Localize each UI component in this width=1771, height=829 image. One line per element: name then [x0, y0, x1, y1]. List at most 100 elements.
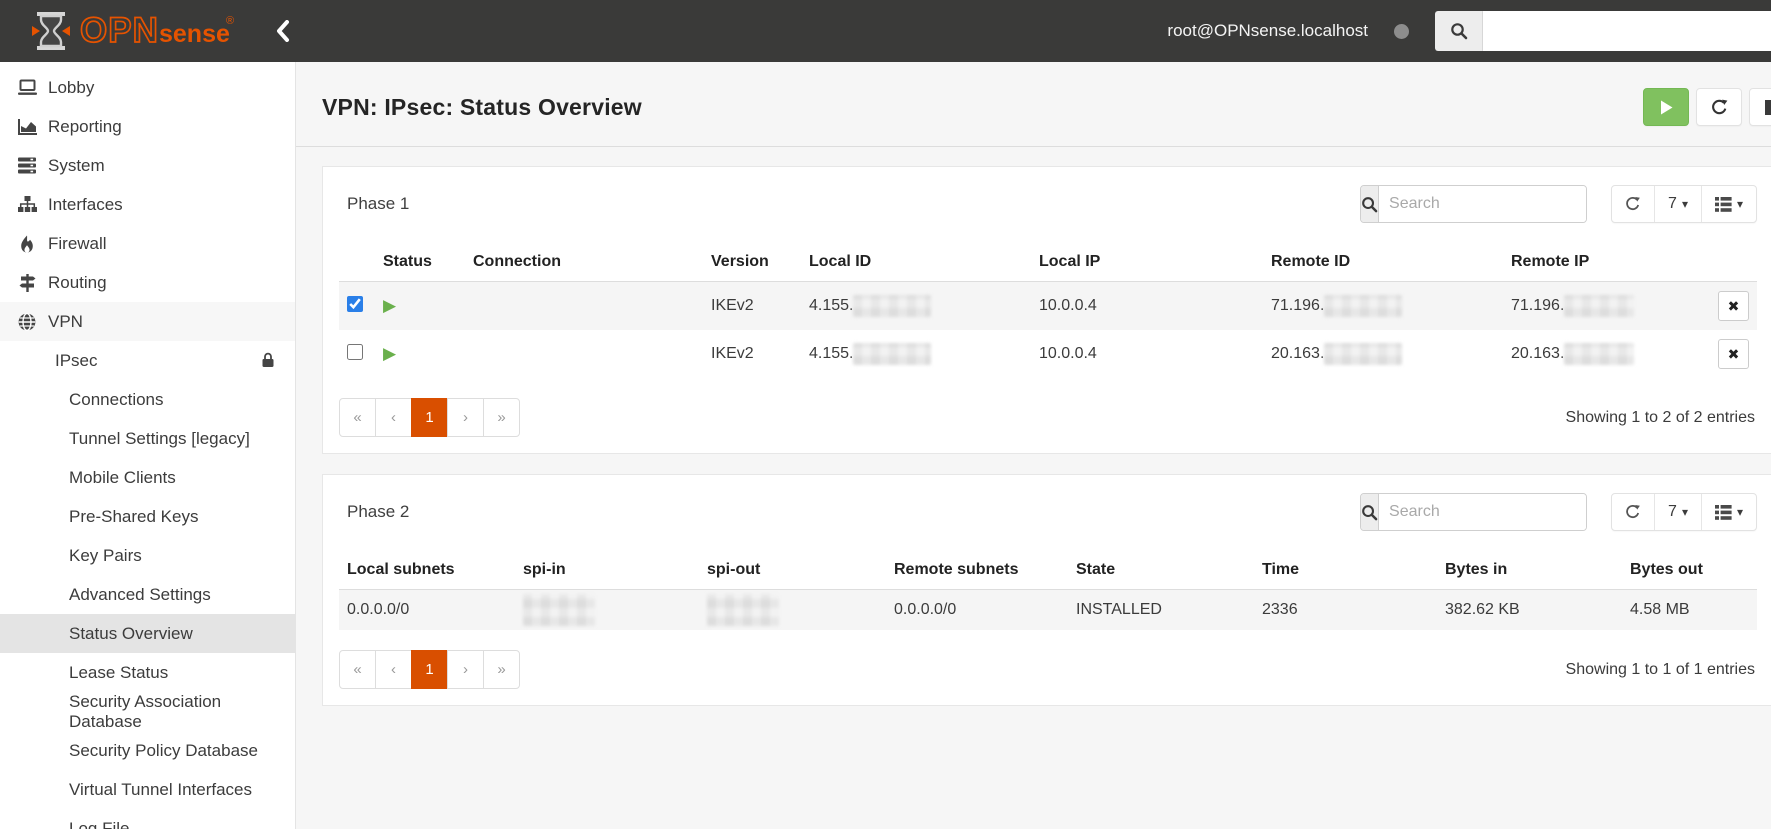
sidebar-item-mobile-clients[interactable]: Mobile Clients	[0, 458, 295, 497]
sidebar-item-reporting[interactable]: Reporting	[0, 107, 295, 146]
col-header-spi-out[interactable]: spi-out	[699, 551, 886, 590]
sidebar-item-label: Lease Status	[69, 662, 169, 682]
stop-service-button[interactable]	[1749, 88, 1771, 126]
search-icon	[1362, 196, 1378, 212]
start-service-button[interactable]	[1643, 88, 1689, 126]
prev-page-button[interactable]: ‹	[375, 650, 412, 689]
sidebar-item-label: Security Association Database	[69, 691, 222, 731]
sidebar-item-vpn[interactable]: VPN	[0, 302, 295, 341]
next-page-button[interactable]: ›	[447, 398, 484, 437]
phase2-columns-dropdown[interactable]: ▾	[1702, 494, 1756, 530]
disconnect-button[interactable]: ✖	[1718, 339, 1749, 369]
global-search-input[interactable]	[1483, 11, 1771, 51]
col-header-spi-in[interactable]: spi-in	[515, 551, 699, 590]
sidebar-item-status-overview[interactable]: Status Overview	[0, 614, 295, 653]
page-1-button[interactable]: 1	[411, 398, 448, 437]
connected-play-icon[interactable]: ▶	[383, 296, 396, 315]
col-header-bytes-in[interactable]: Bytes in	[1437, 551, 1622, 590]
area-chart-icon	[15, 118, 39, 135]
row-checkbox[interactable]	[347, 343, 363, 360]
last-page-button[interactable]: »	[483, 398, 520, 437]
cell-remote-ip: 71.196.	[1503, 282, 1703, 331]
svg-text:®: ®	[226, 15, 234, 27]
next-page-button[interactable]: ›	[447, 650, 484, 689]
sidebar-item-system[interactable]: System	[0, 146, 295, 185]
cell-connection	[465, 282, 703, 331]
cell-connection	[465, 330, 703, 378]
caret-down-icon: ▾	[1736, 505, 1743, 519]
sidebar-item-log-file[interactable]: Log File	[0, 809, 295, 829]
phase2-search-input[interactable]	[1379, 494, 1587, 530]
col-header-local-id[interactable]: Local ID	[801, 243, 1031, 282]
sidebar-item-routing[interactable]: Routing	[0, 263, 295, 302]
logged-in-user: root@OPNsense.localhost	[1167, 21, 1368, 40]
phase1-panel: Phase 1 7 ▾	[322, 166, 1771, 454]
stop-icon	[1764, 99, 1771, 115]
refresh-icon	[1711, 99, 1727, 114]
opnsense-logo[interactable]: OPN sense ®	[30, 9, 240, 53]
sidebar-item-ipsec[interactable]: IPsec	[0, 341, 295, 380]
prev-page-button[interactable]: ‹	[375, 398, 412, 437]
sidebar-item-pre-shared-keys[interactable]: Pre-Shared Keys	[0, 497, 295, 536]
sidebar-item-label: Mobile Clients	[69, 467, 176, 487]
sidebar-item-label: Key Pairs	[69, 545, 142, 565]
brand-wordmark: OPN sense ®	[80, 10, 234, 51]
sitemap-icon	[15, 196, 39, 213]
phase1-reload-button[interactable]	[1612, 186, 1656, 222]
sidebar-item-interfaces[interactable]: Interfaces	[0, 185, 295, 224]
service-toolbar	[1643, 88, 1771, 126]
connected-play-icon[interactable]: ▶	[383, 344, 396, 363]
col-header-state[interactable]: State	[1068, 551, 1254, 590]
col-header-remote-ip[interactable]: Remote IP	[1503, 243, 1703, 282]
sidebar-item-label: Lobby	[48, 77, 95, 97]
sidebar-item-label: Routing	[48, 272, 107, 292]
sidebar-item-advanced-settings[interactable]: Advanced Settings	[0, 575, 295, 614]
session-status-dot	[1394, 23, 1409, 39]
page-size-value: 7	[1668, 503, 1677, 520]
row-checkbox[interactable]	[347, 295, 363, 312]
svg-text:OPN: OPN	[80, 11, 159, 50]
col-header-local-ip[interactable]: Local IP	[1031, 243, 1263, 282]
col-header-local-subnets[interactable]: Local subnets	[339, 551, 515, 590]
sidebar-item-label: Log File	[69, 818, 130, 829]
col-header-commands	[1703, 243, 1757, 282]
col-header-remote-subnets[interactable]: Remote subnets	[886, 551, 1068, 590]
search-icon	[1451, 23, 1468, 40]
sidebar-item-connections[interactable]: Connections	[0, 380, 295, 419]
redacted-value	[1324, 295, 1403, 317]
col-header-bytes-out[interactable]: Bytes out	[1622, 551, 1757, 590]
last-page-button[interactable]: »	[483, 650, 520, 689]
sidebar-item-tunnel-settings-legacy[interactable]: Tunnel Settings [legacy]	[0, 419, 295, 458]
phase1-search	[1360, 185, 1588, 223]
sidebar-item-label: System	[48, 155, 105, 175]
sidebar-collapse-button[interactable]	[276, 20, 290, 42]
first-page-button[interactable]: «	[339, 650, 376, 689]
phase2-panel: Phase 2 7 ▾	[322, 474, 1771, 706]
col-header-remote-id[interactable]: Remote ID	[1263, 243, 1503, 282]
sidebar-item-lease-status[interactable]: Lease Status	[0, 653, 295, 692]
page-1-button[interactable]: 1	[411, 650, 448, 689]
sidebar-item-key-pairs[interactable]: Key Pairs	[0, 536, 295, 575]
first-page-button[interactable]: «	[339, 398, 376, 437]
sidebar-item-virtual-tunnel-interfaces[interactable]: Virtual Tunnel Interfaces	[0, 770, 295, 809]
sidebar-item-security-policy-database[interactable]: Security Policy Database	[0, 731, 295, 770]
phase1-columns-dropdown[interactable]: ▾	[1702, 186, 1756, 222]
col-header-status[interactable]: Status	[375, 243, 465, 282]
disconnect-button[interactable]: ✖	[1718, 291, 1749, 321]
sidebar-item-label: Firewall	[48, 233, 107, 253]
sidebar-item-lobby[interactable]: Lobby	[0, 68, 295, 107]
globe-icon	[15, 312, 39, 331]
sidebar-item-security-association-database[interactable]: Security Association Database	[0, 692, 295, 731]
phase1-page-size-dropdown[interactable]: 7 ▾	[1655, 186, 1702, 222]
phase2-reload-button[interactable]	[1612, 494, 1656, 530]
refresh-icon	[1626, 504, 1640, 519]
sidebar-item-firewall[interactable]: Firewall	[0, 224, 295, 263]
col-header-connection[interactable]: Connection	[465, 243, 703, 282]
col-header-version[interactable]: Version	[703, 243, 801, 282]
restart-service-button[interactable]	[1696, 88, 1742, 126]
phase2-page-size-dropdown[interactable]: 7 ▾	[1655, 494, 1702, 530]
phase1-search-input[interactable]	[1379, 186, 1587, 222]
col-header-time[interactable]: Time	[1254, 551, 1437, 590]
sidebar-item-label: Reporting	[48, 116, 122, 136]
redacted-value	[523, 594, 595, 626]
